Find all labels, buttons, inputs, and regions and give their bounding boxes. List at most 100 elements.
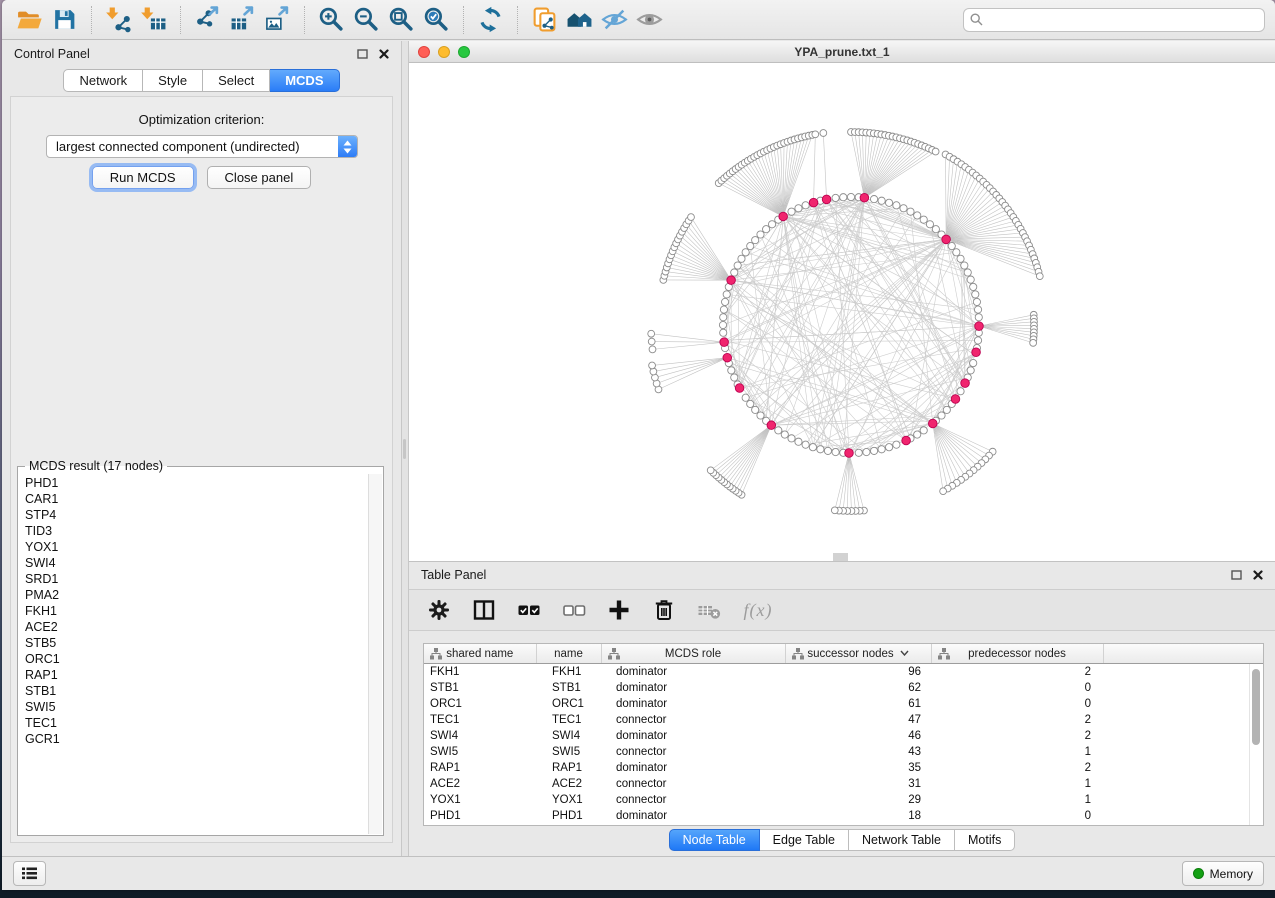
search-input[interactable] — [963, 8, 1265, 32]
mcds-result-node: YOX1 — [19, 539, 369, 555]
main-toolbar — [2, 0, 1275, 40]
table-row[interactable]: SWI4SWI4dominator462 — [424, 728, 1263, 744]
network-graph[interactable] — [409, 63, 1275, 561]
network-view-titlebar: YPA_prune.txt_1 — [409, 41, 1275, 63]
float-table-panel-icon[interactable] — [1231, 570, 1242, 580]
function-builder-icon: f(x) — [741, 597, 775, 623]
table-row[interactable]: FKH1FKH1dominator962 — [424, 664, 1263, 681]
window-traffic-lights — [418, 46, 470, 58]
control-panel-title: Control Panel — [14, 47, 90, 61]
main-split: Control Panel NetworkStyleSelectMCDS Opt… — [2, 41, 1275, 856]
optimization-criterion-value: largest connected component (undirected) — [47, 139, 338, 154]
zoom-out-icon[interactable] — [351, 5, 382, 35]
table-settings-icon[interactable] — [426, 597, 452, 623]
splitter-grip[interactable] — [403, 439, 406, 459]
column-header-name[interactable]: name — [536, 644, 601, 664]
mcds-result-node: SWI4 — [19, 555, 369, 571]
import-table-icon[interactable] — [138, 5, 169, 35]
tab-style[interactable]: Style — [143, 69, 203, 92]
import-network-icon[interactable] — [103, 5, 134, 35]
tab-node-table[interactable]: Node Table — [669, 829, 760, 851]
export-network-icon[interactable] — [192, 5, 223, 35]
control-panel: Control Panel NetworkStyleSelectMCDS Opt… — [2, 41, 401, 856]
cytoscape-window: Control Panel NetworkStyleSelectMCDS Opt… — [2, 0, 1275, 890]
table-row[interactable]: PHD1PHD1dominator180 — [424, 808, 1263, 824]
memory-status-icon — [1193, 868, 1204, 879]
mcds-result-node: PMA2 — [19, 587, 369, 603]
tab-motifs[interactable]: Motifs — [955, 829, 1015, 851]
zoom-fit-icon[interactable] — [386, 5, 417, 35]
table-row[interactable]: ORC1ORC1dominator610 — [424, 696, 1263, 712]
table-panel: Table Panel f(x) shared namenameMCDS rol… — [409, 561, 1275, 856]
optimization-criterion-select[interactable]: largest connected component (undirected) — [46, 135, 358, 158]
apply-layout-icon[interactable] — [475, 5, 506, 35]
mcds-result-list: PHD1CAR1STP4TID3YOX1SWI4SRD1PMA2FKH1ACE2… — [19, 475, 369, 833]
open-session-icon[interactable] — [14, 5, 45, 35]
tab-select[interactable]: Select — [203, 69, 270, 92]
deselect-all-checkbox-icon[interactable] — [561, 597, 587, 623]
table-scrollbar[interactable] — [1249, 664, 1263, 825]
float-panel-icon[interactable] — [357, 49, 368, 59]
memory-button[interactable]: Memory — [1182, 861, 1264, 886]
save-session-icon[interactable] — [49, 5, 80, 35]
table-row[interactable]: TEC1TEC1connector472 — [424, 712, 1263, 728]
close-window-icon[interactable] — [418, 46, 430, 58]
mcds-result-node: CAR1 — [19, 491, 369, 507]
mcds-result-node: STB1 — [19, 683, 369, 699]
close-panel-button[interactable]: Close panel — [207, 166, 312, 189]
table-row[interactable]: YOX1YOX1connector291 — [424, 792, 1263, 808]
column-header-filler — [1103, 644, 1263, 664]
zoom-selected-icon[interactable] — [421, 5, 452, 35]
mcds-result-node: PHD1 — [19, 475, 369, 491]
tab-edge-table[interactable]: Edge Table — [760, 829, 849, 851]
node-table-container: shared namenameMCDS rolesuccessor nodesp… — [423, 643, 1264, 826]
mcds-result-scrollbar[interactable] — [368, 474, 382, 834]
mcds-buttons: Run MCDS Close panel — [11, 166, 392, 189]
hide-selected-icon[interactable] — [599, 5, 630, 35]
export-image-icon[interactable] — [262, 5, 293, 35]
tab-mcds[interactable]: MCDS — [270, 69, 339, 92]
select-all-checkbox-icon[interactable] — [516, 597, 542, 623]
column-header-predecessor-nodes[interactable]: predecessor nodes — [931, 644, 1103, 664]
task-history-button[interactable] — [13, 861, 46, 886]
split-view-icon[interactable] — [471, 597, 497, 623]
network-view-window: YPA_prune.txt_1 — [409, 41, 1275, 561]
horizontal-splitter-grip[interactable] — [833, 553, 848, 561]
tab-network-table[interactable]: Network Table — [849, 829, 955, 851]
clone-network-icon[interactable] — [529, 5, 560, 35]
mcds-result-node: STP4 — [19, 507, 369, 523]
select-stepper-icon — [338, 136, 357, 157]
memory-label: Memory — [1210, 867, 1253, 881]
column-header-successor-nodes[interactable]: successor nodes — [785, 644, 931, 664]
mcds-result-node: GCR1 — [19, 731, 369, 747]
toolbar-separator — [91, 6, 92, 34]
maximize-window-icon[interactable] — [458, 46, 470, 58]
search-box — [963, 8, 1265, 32]
run-mcds-button[interactable]: Run MCDS — [92, 166, 194, 189]
column-header-MCDS-role[interactable]: MCDS role — [601, 644, 785, 664]
vertical-splitter[interactable] — [401, 41, 409, 856]
table-row[interactable]: ACE2ACE2connector311 — [424, 776, 1263, 792]
mcds-result-node: TEC1 — [19, 715, 369, 731]
close-table-panel-icon[interactable] — [1253, 570, 1263, 580]
first-neighbors-icon[interactable] — [564, 5, 595, 35]
add-column-icon[interactable] — [606, 597, 632, 623]
mcds-result-node: TID3 — [19, 523, 369, 539]
toolbar-separator — [517, 6, 518, 34]
table-row[interactable]: RAP1RAP1dominator352 — [424, 760, 1263, 776]
mcds-tab-content: Optimization criterion: largest connecte… — [10, 96, 393, 843]
table-scrollbar-thumb[interactable] — [1252, 669, 1260, 745]
column-header-shared-name[interactable]: shared name — [424, 644, 536, 664]
table-row[interactable]: STB1STB1dominator620 — [424, 680, 1263, 696]
minimize-window-icon[interactable] — [438, 46, 450, 58]
node-table: shared namenameMCDS rolesuccessor nodesp… — [424, 644, 1263, 824]
zoom-in-icon[interactable] — [316, 5, 347, 35]
delete-column-icon[interactable] — [651, 597, 677, 623]
close-panel-icon[interactable] — [379, 49, 389, 59]
table-row[interactable]: SWI5SWI5connector431 — [424, 744, 1263, 760]
network-canvas[interactable] — [409, 63, 1275, 561]
show-all-icon[interactable] — [634, 5, 665, 35]
right-column: YPA_prune.txt_1 Table Panel — [409, 41, 1275, 856]
export-table-icon[interactable] — [227, 5, 258, 35]
tab-network[interactable]: Network — [63, 69, 143, 92]
